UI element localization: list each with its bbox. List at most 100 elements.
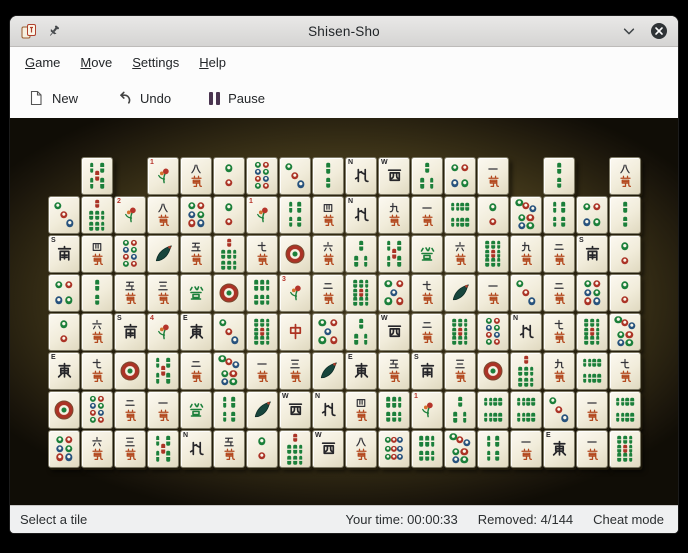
mahjong-tile-b2[interactable] xyxy=(312,157,344,195)
mahjong-tile-m8[interactable] xyxy=(345,430,377,468)
mahjong-tile-c3[interactable] xyxy=(213,313,245,351)
mahjong-tile-wW[interactable]: W xyxy=(312,430,344,468)
mahjong-tile-c1[interactable] xyxy=(477,352,509,390)
mahjong-tile-m9[interactable] xyxy=(510,235,542,273)
pause-button[interactable]: Pause xyxy=(203,87,271,110)
mahjong-tile-b8[interactable] xyxy=(609,391,641,429)
mahjong-tile-c2[interactable] xyxy=(246,430,278,468)
mahjong-tile-b1[interactable] xyxy=(246,391,278,429)
mahjong-tile-c8[interactable] xyxy=(477,313,509,351)
mahjong-tile-c1[interactable] xyxy=(114,352,146,390)
mahjong-tile-c3[interactable] xyxy=(48,196,80,234)
undo-button[interactable]: Undo xyxy=(110,86,177,110)
mahjong-tile-dR[interactable] xyxy=(279,313,311,351)
mahjong-tile-m3[interactable] xyxy=(114,430,146,468)
mahjong-tile-c4[interactable] xyxy=(48,274,80,312)
mahjong-tile-f2[interactable]: 2 xyxy=(114,196,146,234)
mahjong-tile-c2[interactable] xyxy=(609,274,641,312)
mahjong-tile-c1[interactable] xyxy=(48,391,80,429)
mahjong-tile-m4[interactable] xyxy=(81,235,113,273)
menu-settings[interactable]: Settings xyxy=(123,50,188,75)
mahjong-tile-c7[interactable] xyxy=(213,352,245,390)
mahjong-tile-c2[interactable] xyxy=(48,313,80,351)
mahjong-tile-wN[interactable]: N xyxy=(180,430,212,468)
mahjong-tile-wS[interactable]: S xyxy=(48,235,80,273)
mahjong-tile-c8[interactable] xyxy=(246,157,278,195)
mahjong-tile-b9[interactable] xyxy=(246,313,278,351)
mahjong-tile-b4[interactable] xyxy=(213,391,245,429)
mahjong-tile-c8[interactable] xyxy=(81,391,113,429)
mahjong-tile-m3[interactable] xyxy=(147,274,179,312)
mahjong-tile-f1[interactable]: 1 xyxy=(147,157,179,195)
mahjong-tile-c4[interactable] xyxy=(576,196,608,234)
close-button[interactable] xyxy=(650,22,668,40)
mahjong-tile-m5[interactable] xyxy=(114,274,146,312)
mahjong-tile-m7[interactable] xyxy=(411,274,443,312)
mahjong-tile-b2[interactable] xyxy=(543,157,575,195)
mahjong-tile-f4[interactable]: 4 xyxy=(147,313,179,351)
mahjong-tile-b1[interactable] xyxy=(147,235,179,273)
mahjong-tile-c2[interactable] xyxy=(213,157,245,195)
mahjong-tile-c7[interactable] xyxy=(609,313,641,351)
mahjong-tile-b4[interactable] xyxy=(477,430,509,468)
mahjong-tile-m1[interactable] xyxy=(510,430,542,468)
mahjong-tile-m8[interactable] xyxy=(180,157,212,195)
mahjong-tile-c2[interactable] xyxy=(213,196,245,234)
mahjong-tile-b9[interactable] xyxy=(345,274,377,312)
mahjong-tile-m1[interactable] xyxy=(246,352,278,390)
mahjong-tile-c1[interactable] xyxy=(279,235,311,273)
mahjong-tile-b3[interactable] xyxy=(444,391,476,429)
mahjong-tile-wW[interactable]: W xyxy=(279,391,311,429)
mahjong-tile-c6[interactable] xyxy=(576,274,608,312)
mahjong-tile-c5[interactable] xyxy=(312,313,344,351)
mahjong-tile-wN[interactable]: N xyxy=(345,157,377,195)
mahjong-tile-c8[interactable] xyxy=(114,235,146,273)
mahjong-tile-c3[interactable] xyxy=(543,391,575,429)
mahjong-tile-b5[interactable] xyxy=(147,430,179,468)
mahjong-tile-wS[interactable]: S xyxy=(411,352,443,390)
mahjong-tile-wE[interactable]: E xyxy=(345,352,377,390)
menu-move[interactable]: Move xyxy=(71,50,121,75)
mahjong-tile-dG[interactable] xyxy=(180,274,212,312)
mahjong-tile-wW[interactable]: W xyxy=(378,313,410,351)
mahjong-tile-m5[interactable] xyxy=(180,235,212,273)
mahjong-tile-c3[interactable] xyxy=(279,157,311,195)
mahjong-tile-f1[interactable]: 1 xyxy=(411,391,443,429)
mahjong-tile-b8[interactable] xyxy=(576,352,608,390)
mahjong-tile-wE[interactable]: E xyxy=(48,352,80,390)
new-button[interactable]: New xyxy=(22,86,84,110)
mahjong-tile-b7[interactable] xyxy=(81,196,113,234)
title-bar[interactable]: Shisen-Sho xyxy=(10,16,678,47)
menu-help[interactable]: Help xyxy=(190,50,235,75)
mahjong-tile-b7[interactable] xyxy=(279,430,311,468)
mahjong-tile-m1[interactable] xyxy=(576,391,608,429)
mahjong-tile-wE[interactable]: E xyxy=(180,313,212,351)
mahjong-tile-b7[interactable] xyxy=(213,235,245,273)
mahjong-tile-b4[interactable] xyxy=(543,196,575,234)
mahjong-tile-s1[interactable]: 1 xyxy=(246,196,278,234)
mahjong-tile-m2[interactable] xyxy=(543,274,575,312)
minimize-button[interactable] xyxy=(620,22,638,40)
mahjong-tile-b8[interactable] xyxy=(510,391,542,429)
mahjong-tile-m1[interactable] xyxy=(576,430,608,468)
mahjong-tile-m1[interactable] xyxy=(411,196,443,234)
mahjong-tile-b6[interactable] xyxy=(411,430,443,468)
mahjong-tile-b5[interactable] xyxy=(378,235,410,273)
mahjong-tile-b2[interactable] xyxy=(81,274,113,312)
mahjong-tile-c9[interactable] xyxy=(378,430,410,468)
mahjong-tile-m5[interactable] xyxy=(213,430,245,468)
mahjong-tile-b9[interactable] xyxy=(444,313,476,351)
mahjong-tile-m9[interactable] xyxy=(543,352,575,390)
mahjong-tile-wN[interactable]: N xyxy=(312,391,344,429)
mahjong-tile-c7[interactable] xyxy=(510,196,542,234)
mahjong-tile-m2[interactable] xyxy=(543,235,575,273)
mahjong-tile-b9[interactable] xyxy=(576,313,608,351)
mahjong-tile-m5[interactable] xyxy=(378,352,410,390)
mahjong-tile-b5[interactable] xyxy=(147,352,179,390)
mahjong-tile-m7[interactable] xyxy=(246,235,278,273)
mahjong-tile-wN[interactable]: N xyxy=(510,313,542,351)
mahjong-tile-m2[interactable] xyxy=(114,391,146,429)
mahjong-tile-dG[interactable] xyxy=(411,235,443,273)
mahjong-tile-m6[interactable] xyxy=(81,430,113,468)
mahjong-tile-m4[interactable] xyxy=(345,391,377,429)
